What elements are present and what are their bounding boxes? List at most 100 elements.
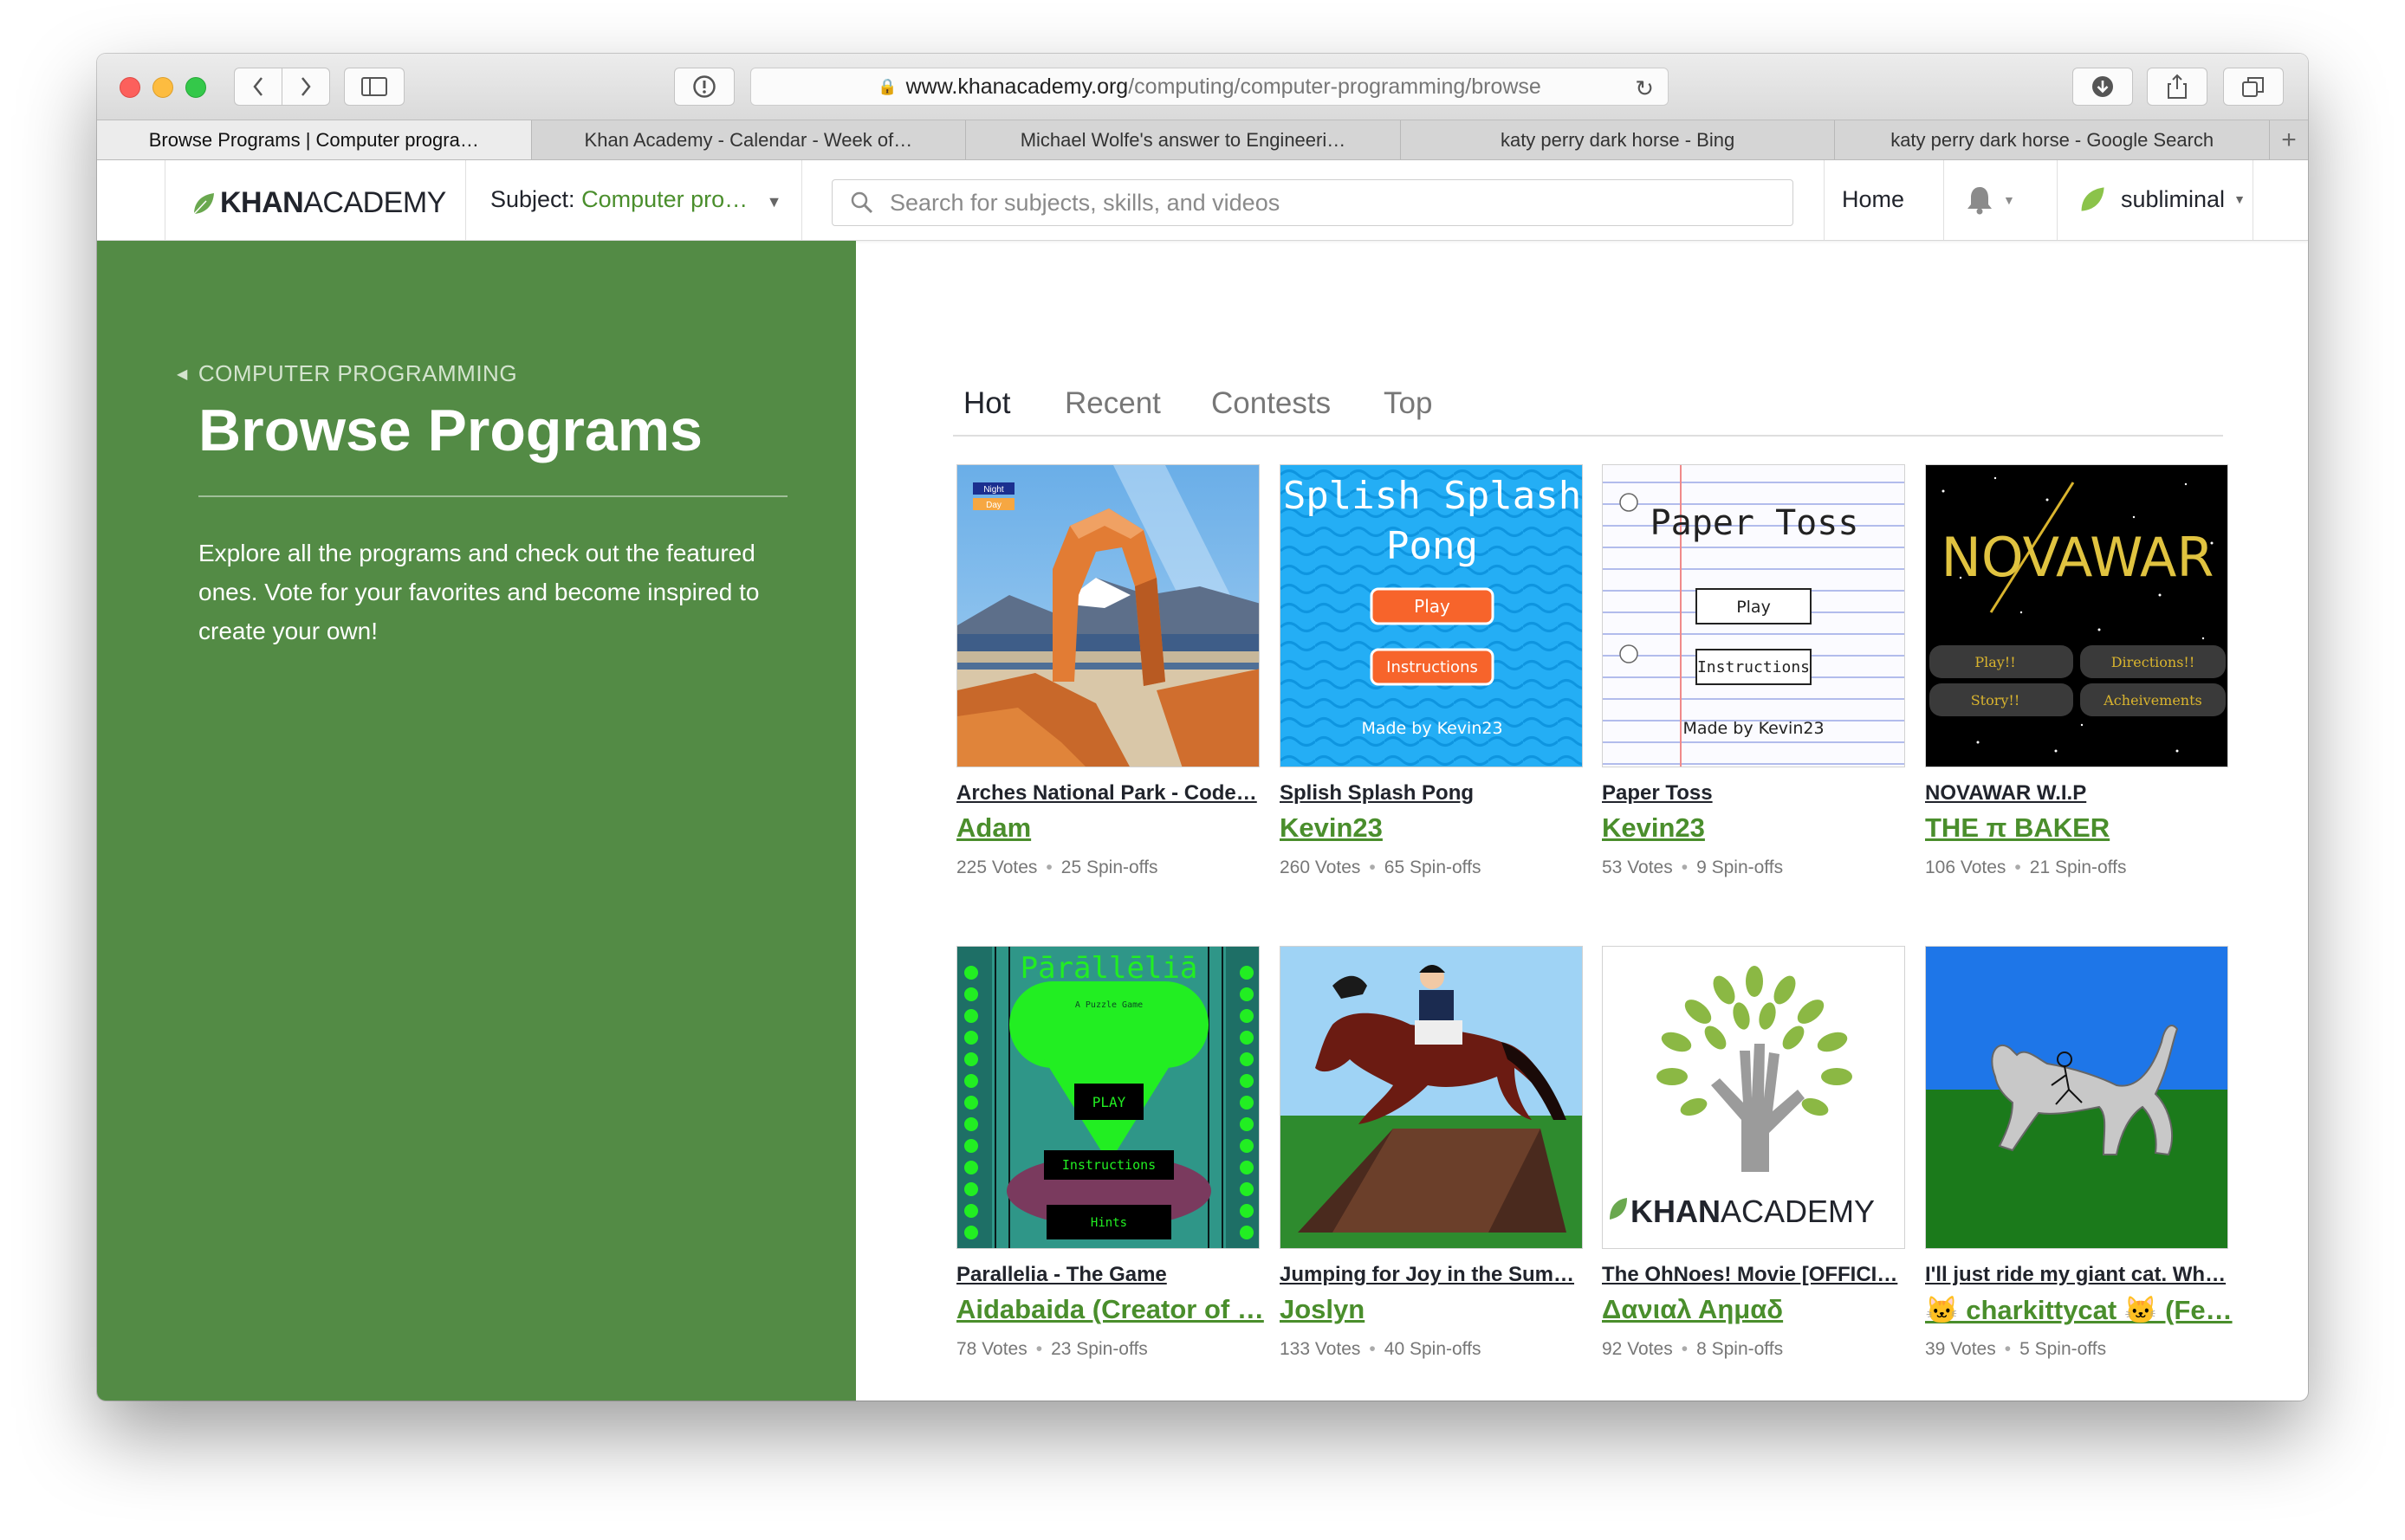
- privacy-report-button[interactable]: [674, 68, 735, 106]
- story-button[interactable]: Story!!: [1971, 692, 2020, 709]
- play-button[interactable]: Play: [1414, 596, 1450, 617]
- program-thumbnail[interactable]: KHANACADEMY: [1602, 946, 1905, 1249]
- program-title[interactable]: Splish Splash Pong: [1280, 781, 1591, 806]
- svg-text:KHANACADEMY: KHANACADEMY: [1630, 1194, 1875, 1229]
- program-thumbnail[interactable]: [1925, 946, 2228, 1249]
- divider: [198, 495, 788, 497]
- play-button[interactable]: Play: [1736, 598, 1771, 617]
- svg-text:Paper Toss: Paper Toss: [1650, 503, 1859, 543]
- sidebar-panel: ◀ COMPUTER PROGRAMMING Browse Programs E…: [97, 241, 856, 1401]
- program-thumbnail[interactable]: Paper Toss Play Instructions Made by Kev…: [1602, 464, 1905, 767]
- share-button[interactable]: [2147, 68, 2207, 106]
- user-menu[interactable]: subliminal ▼: [2078, 184, 2246, 214]
- program-author[interactable]: Δανιαλ Αημαδ: [1602, 1294, 1914, 1325]
- caret-down-icon: ▼: [766, 193, 782, 210]
- share-icon: [2168, 74, 2187, 99]
- program-stats: 78 Votes • 23 Spin-offs: [956, 1339, 1148, 1359]
- page-title: Browse Programs: [198, 398, 703, 463]
- address-bar[interactable]: 🔒 www.khanacademy.org/computing/computer…: [750, 68, 1669, 106]
- program-title[interactable]: NOVAWAR W.I.P: [1925, 781, 2237, 806]
- tabs-icon: [2242, 77, 2264, 97]
- subject-dropdown[interactable]: Subject: Computer pro… ▼: [490, 186, 782, 213]
- sidebar-toggle-button[interactable]: [344, 68, 405, 106]
- svg-text:NOVAWAR: NOVAWAR: [1942, 526, 2214, 589]
- program-title[interactable]: I'll just ride my giant cat. Wh…: [1925, 1263, 2237, 1287]
- breadcrumb[interactable]: ◀ COMPUTER PROGRAMMING: [177, 360, 517, 387]
- program-title[interactable]: The OhNoes! Movie [OFFICI…: [1602, 1263, 1914, 1287]
- search-box[interactable]: [832, 179, 1793, 226]
- program-title[interactable]: Arches National Park - Code…: [956, 781, 1268, 806]
- home-link[interactable]: Home: [1842, 186, 1904, 213]
- svg-text:Pārāllēliā: Pārāllēliā: [1021, 951, 1198, 986]
- tab-top[interactable]: Top: [1384, 386, 1432, 421]
- zoom-window-button[interactable]: [185, 77, 206, 98]
- program-title[interactable]: Jumping for Joy in the Sum…: [1280, 1263, 1591, 1287]
- downloads-button[interactable]: [2072, 68, 2133, 106]
- program-author[interactable]: 🐱 charkittycat 🐱 (Fe…: [1925, 1294, 2237, 1326]
- tab-google-search[interactable]: katy perry dark horse - Google Search: [1835, 120, 2270, 159]
- tab-recent[interactable]: Recent: [1065, 386, 1161, 421]
- program-stats: 133 Votes • 40 Spin-offs: [1280, 1339, 1481, 1359]
- program-stats: 53 Votes • 9 Spin-offs: [1602, 857, 1784, 877]
- download-icon: [2092, 76, 2113, 97]
- caret-down-icon: ▼: [2233, 192, 2246, 206]
- tab-calendar[interactable]: Khan Academy - Calendar - Week of…: [532, 120, 967, 159]
- program-author[interactable]: Kevin23: [1602, 812, 1914, 844]
- new-tab-button[interactable]: +: [2270, 120, 2308, 159]
- site-header: KHANACADEMY Subject: Computer pro… ▼ Hom…: [97, 160, 2308, 241]
- close-window-button[interactable]: [120, 77, 140, 98]
- program-thumbnail[interactable]: Night Day: [956, 464, 1260, 767]
- svg-text:Made by Kevin23: Made by Kevin23: [1682, 719, 1824, 738]
- program-author[interactable]: Joslyn: [1280, 1294, 1591, 1325]
- day-button[interactable]: Day: [986, 501, 1002, 510]
- tab-quora-answer[interactable]: Michael Wolfe's answer to Engineeri…: [966, 120, 1401, 159]
- program-thumbnail[interactable]: [1280, 946, 1583, 1249]
- instructions-button[interactable]: Instructions: [1697, 658, 1810, 676]
- browser-toolbar: 🔒 www.khanacademy.org/computing/computer…: [97, 54, 2308, 120]
- program-thumbnail[interactable]: Pārāllēliā A Puzzle Game PLAY Instructio…: [956, 946, 1260, 1249]
- khan-academy-logo[interactable]: KHAN ACADEMY: [191, 186, 446, 220]
- program-stats: 225 Votes • 25 Spin-offs: [956, 857, 1158, 877]
- tab-contests[interactable]: Contests: [1211, 386, 1331, 421]
- svg-text:A Puzzle Game: A Puzzle Game: [1075, 1000, 1143, 1010]
- reload-icon[interactable]: ↻: [1635, 75, 1654, 102]
- page-description: Explore all the programs and check out t…: [198, 540, 760, 644]
- browser-window: 🔒 www.khanacademy.org/computing/computer…: [97, 54, 2308, 1401]
- notifications-button[interactable]: ▼: [1965, 181, 2034, 219]
- program-author[interactable]: THE π BAKER: [1925, 812, 2237, 844]
- avatar-leaf-icon: [2081, 187, 2104, 211]
- program-author[interactable]: Aidabaida (Creator of …: [956, 1294, 1268, 1325]
- caret-down-icon: ▼: [2003, 193, 2015, 207]
- url-domain: www.khanacademy.org: [905, 74, 1129, 99]
- bell-icon: [1967, 187, 1992, 215]
- url-path: /computing/computer-programming/browse: [1128, 74, 1541, 99]
- program-author[interactable]: Adam: [956, 812, 1268, 844]
- achievements-button[interactable]: Acheivements: [2103, 692, 2202, 709]
- tab-overview-button[interactable]: [2223, 68, 2284, 106]
- instructions-button[interactable]: Instructions: [1386, 658, 1478, 676]
- play-button[interactable]: Play!!: [1974, 654, 2015, 670]
- sort-tabs: Hot Recent Contests Top: [953, 371, 2223, 437]
- search-input[interactable]: [888, 188, 1758, 217]
- chevron-right-icon: [301, 77, 311, 96]
- hints-button[interactable]: Hints: [1091, 1216, 1127, 1230]
- program-title[interactable]: Paper Toss: [1602, 781, 1914, 806]
- program-thumbnail[interactable]: Splish Splash Pong Play Instructions Mad…: [1280, 464, 1583, 767]
- sidebar-icon: [361, 77, 387, 96]
- tab-hot[interactable]: Hot: [963, 386, 1010, 421]
- info-icon: [693, 75, 716, 98]
- tab-bing-search[interactable]: katy perry dark horse - Bing: [1401, 120, 1836, 159]
- instructions-button[interactable]: Instructions: [1062, 1157, 1156, 1173]
- forward-button[interactable]: [282, 68, 330, 106]
- program-author[interactable]: Kevin23: [1280, 812, 1591, 844]
- tab-browse-programs[interactable]: Browse Programs | Computer progra…: [97, 120, 532, 159]
- minimize-window-button[interactable]: [152, 77, 173, 98]
- program-title[interactable]: Parallelia - The Game: [956, 1263, 1268, 1287]
- play-button[interactable]: PLAY: [1092, 1094, 1126, 1110]
- night-button[interactable]: Night: [983, 485, 1004, 495]
- back-button[interactable]: [234, 68, 282, 106]
- directions-button[interactable]: Directions!!: [2111, 654, 2195, 670]
- svg-text:Made by Kevin23: Made by Kevin23: [1361, 719, 1502, 738]
- program-thumbnail[interactable]: NOVAWAR Play!! Directions!! Story!! Ache…: [1925, 464, 2228, 767]
- svg-text:Splish Splash: Splish Splash: [1283, 474, 1581, 518]
